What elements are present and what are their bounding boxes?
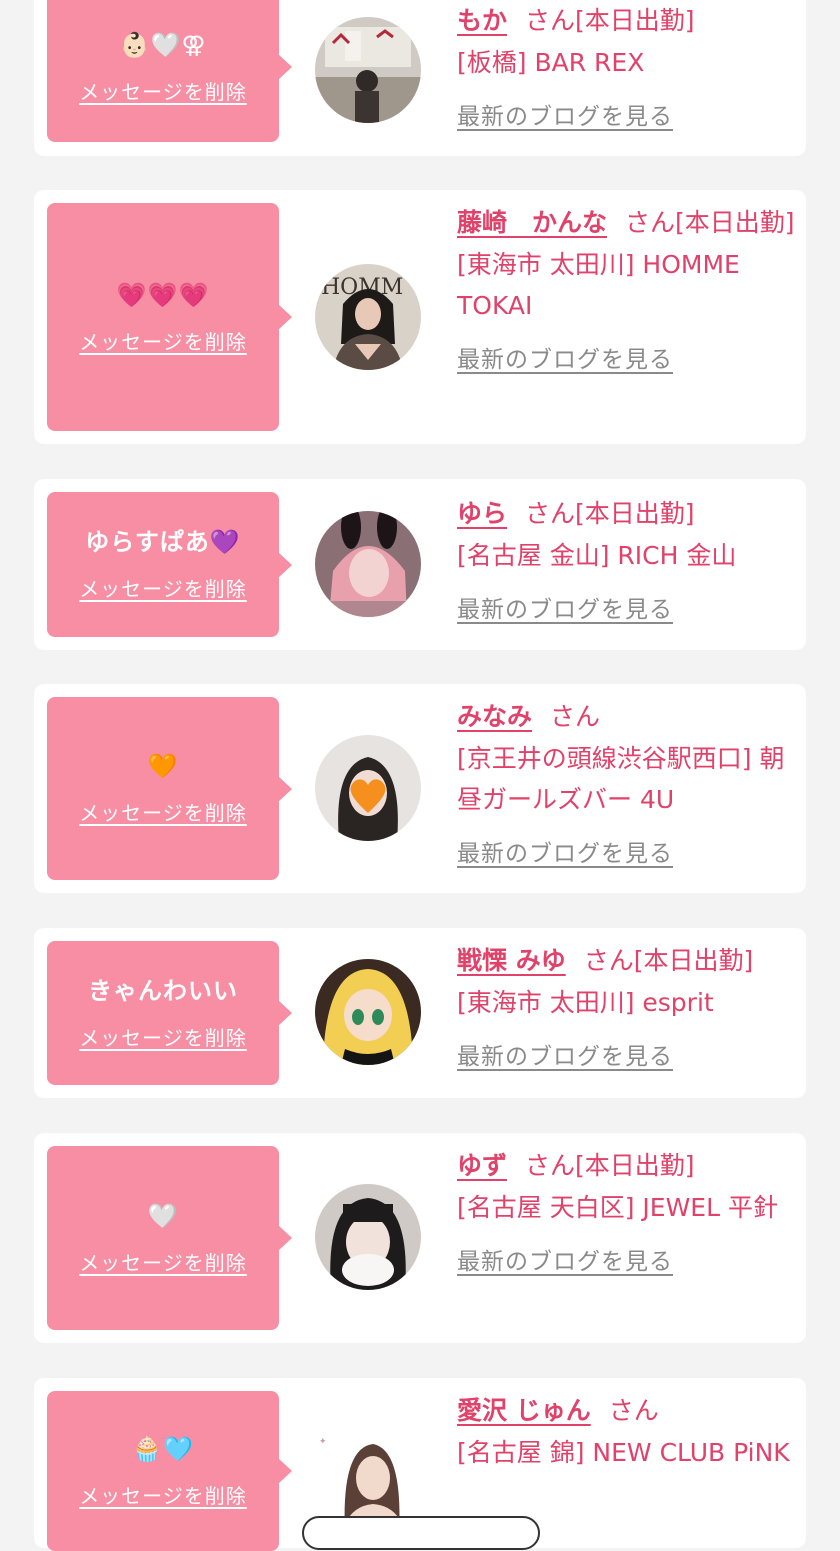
message-bubble: ゆらすぱあ💜 メッセージを削除 bbox=[47, 492, 292, 637]
list-item: 🤍 メッセージを削除 ゆず さん[本日出勤] [名古屋 天白区] JEWEL 平針… bbox=[34, 1133, 806, 1343]
status-text: [本日出勤] bbox=[575, 6, 695, 35]
shop-name: [京王井の頭線渋谷駅西口] 朝昼ガールズバー 4U bbox=[457, 744, 785, 814]
delete-message-link[interactable]: メッセージを削除 bbox=[79, 1480, 247, 1509]
cast-name-link[interactable]: もか bbox=[457, 6, 507, 35]
message-text: 💗💗💗 bbox=[116, 280, 210, 309]
avatar[interactable] bbox=[315, 17, 421, 123]
list-item: 🧡 メッセージを削除 みなみ さん [京王井の頭線渋谷駅西口] 朝昼ガールズバー … bbox=[34, 684, 806, 893]
cast-info: ゆら さん[本日出勤] [名古屋 金山] RICH 金山 最新のブログを見る bbox=[457, 493, 797, 624]
cast-name-link[interactable]: 藤崎 かんな bbox=[457, 208, 607, 237]
cast-info: 藤崎 かんな さん[本日出勤] [東海市 太田川] HOMME TOKAI 最新の… bbox=[457, 202, 797, 374]
shop-name: [東海市 太田川] HOMME TOKAI bbox=[457, 250, 740, 320]
honorific: さん bbox=[525, 499, 576, 528]
message-bubble: 💗💗💗 メッセージを削除 bbox=[47, 203, 292, 431]
avatar[interactable] bbox=[315, 1184, 421, 1290]
avatar[interactable]: HOMM bbox=[315, 264, 421, 370]
latest-blog-link[interactable]: 最新のブログを見る bbox=[457, 97, 673, 131]
shop-name: [板橋] BAR REX bbox=[457, 48, 645, 77]
status-text: [本日出勤] bbox=[575, 1151, 695, 1180]
message-bubble: 🧁🩵 メッセージを削除 bbox=[47, 1391, 292, 1551]
cast-info: 愛沢 じゅん さん [名古屋 錦] NEW CLUB PiNK bbox=[457, 1390, 797, 1473]
cast-info: 戦慄 みゆ さん[本日出勤] [東海市 太田川] esprit 最新のブログを見る bbox=[457, 940, 797, 1071]
honorific: さん bbox=[525, 1151, 576, 1180]
shop-name: [名古屋 天白区] JEWEL 平針 bbox=[457, 1193, 778, 1222]
delete-message-link[interactable]: メッセージを削除 bbox=[79, 573, 247, 602]
latest-blog-link[interactable]: 最新のブログを見る bbox=[457, 1242, 673, 1276]
message-text: 🧁🩵 bbox=[132, 1434, 194, 1463]
delete-message-link[interactable]: メッセージを削除 bbox=[79, 797, 247, 826]
cast-name-link[interactable]: みなみ bbox=[457, 702, 532, 731]
avatar[interactable] bbox=[315, 511, 421, 617]
list-item: きゃんわいい メッセージを削除 戦慄 みゆ さん[本日出勤] [東海市 太田川] … bbox=[34, 928, 806, 1098]
avatar[interactable] bbox=[315, 735, 421, 841]
status-text: [本日出勤] bbox=[575, 499, 695, 528]
cast-info: もか さん[本日出勤] [板橋] BAR REX 最新のブログを見る bbox=[457, 0, 797, 131]
message-bubble: きゃんわいい メッセージを削除 bbox=[47, 941, 292, 1085]
cast-name-link[interactable]: ゆず bbox=[457, 1151, 507, 1180]
shop-name: [名古屋 金山] RICH 金山 bbox=[457, 541, 737, 570]
latest-blog-link[interactable]: 最新のブログを見る bbox=[457, 340, 673, 374]
honorific: さん bbox=[583, 946, 634, 975]
list-item: ゆらすぱあ💜 メッセージを削除 ゆら さん[本日出勤] [名古屋 金山] RICH… bbox=[34, 479, 806, 650]
cast-name-link[interactable]: 愛沢 じゅん bbox=[457, 1396, 591, 1425]
avatar[interactable] bbox=[315, 959, 421, 1065]
list-item: 💗💗💗 メッセージを削除 HOMM 藤崎 かんな さん[本日出勤] [東海市 太田… bbox=[34, 190, 806, 444]
delete-message-link[interactable]: メッセージを削除 bbox=[79, 76, 247, 105]
honorific: さん bbox=[525, 6, 576, 35]
honorific: さん bbox=[550, 702, 601, 731]
delete-message-link[interactable]: メッセージを削除 bbox=[79, 1247, 247, 1276]
message-text: きゃんわいい bbox=[88, 976, 238, 1005]
message-bubble: 🧡 メッセージを削除 bbox=[47, 697, 292, 880]
cast-info: ゆず さん[本日出勤] [名古屋 天白区] JEWEL 平針 最新のブログを見る bbox=[457, 1145, 797, 1276]
delete-message-link[interactable]: メッセージを削除 bbox=[79, 1022, 247, 1051]
message-text: 🤍 bbox=[147, 1201, 179, 1230]
floating-bottom-button[interactable] bbox=[302, 1516, 540, 1550]
message-list: 👶🏻🤍⚢ メッセージを削除 もか さん[本日出勤] [板橋] BAR REX 最新… bbox=[0, 0, 840, 1551]
status-text: [本日出勤] bbox=[633, 946, 754, 975]
latest-blog-link[interactable]: 最新のブログを見る bbox=[457, 590, 673, 624]
message-text: ゆらすぱあ💜 bbox=[85, 528, 241, 556]
message-bubble: 👶🏻🤍⚢ メッセージを削除 bbox=[47, 0, 292, 142]
shop-name: [名古屋 錦] NEW CLUB PiNK bbox=[457, 1438, 790, 1467]
status-text: [本日出勤] bbox=[675, 208, 795, 237]
shop-name: [東海市 太田川] esprit bbox=[457, 988, 714, 1017]
honorific: さん bbox=[608, 1396, 659, 1425]
cast-name-link[interactable]: ゆら bbox=[457, 499, 507, 528]
cast-info: みなみ さん [京王井の頭線渋谷駅西口] 朝昼ガールズバー 4U 最新のブログを見… bbox=[457, 696, 797, 868]
latest-blog-link[interactable]: 最新のブログを見る bbox=[457, 1037, 673, 1071]
message-text: 👶🏻🤍⚢ bbox=[119, 30, 207, 59]
cast-name-link[interactable]: 戦慄 みゆ bbox=[457, 946, 566, 975]
list-item: 👶🏻🤍⚢ メッセージを削除 もか さん[本日出勤] [板橋] BAR REX 最新… bbox=[34, 0, 806, 156]
message-bubble: 🤍 メッセージを削除 bbox=[47, 1146, 292, 1330]
svg-text:✦: ✦ bbox=[319, 1437, 327, 1447]
latest-blog-link[interactable]: 最新のブログを見る bbox=[457, 834, 673, 868]
honorific: さん bbox=[625, 208, 676, 237]
delete-message-link[interactable]: メッセージを削除 bbox=[79, 326, 247, 355]
message-text: 🧡 bbox=[147, 752, 179, 780]
